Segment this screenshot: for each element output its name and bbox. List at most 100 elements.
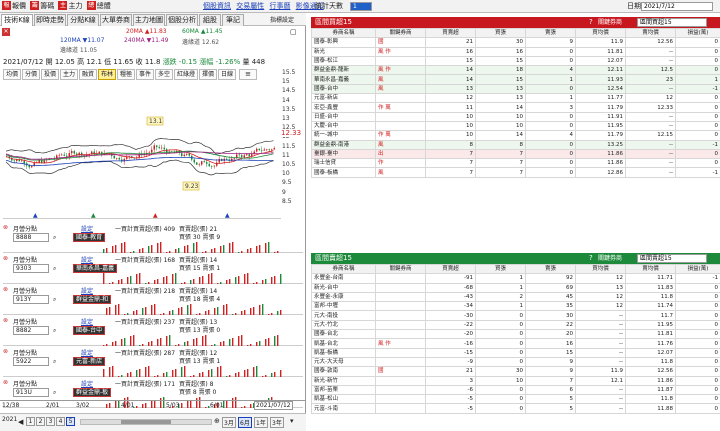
price-chart[interactable]: 13.1 9.23 (3, 81, 281, 209)
close-icon[interactable]: ⊗ (3, 255, 8, 262)
branch-code-input[interactable]: 913U (13, 388, 49, 397)
event-icon[interactable]: ▲ (91, 212, 96, 219)
column-header[interactable]: 賣張 (525, 263, 576, 275)
indicator-settings[interactable]: 指標設定 (270, 15, 294, 24)
table-row[interactable]: 元大-南投 -30 0 30 -- 11.7 0 (311, 310, 720, 321)
settings-link[interactable]: 設定 (81, 379, 93, 388)
macro-icon[interactable]: 總 (86, 1, 96, 10)
close-icon[interactable]: ⊗ (3, 286, 8, 293)
column-header[interactable]: 券商名稱 (311, 263, 376, 275)
table-row[interactable]: 統一-城中作 萬 10 14 4 11.79 12.15 0 (311, 130, 720, 141)
search-icon[interactable]: ⌕ (53, 234, 56, 242)
table-row[interactable]: 國泰-台北 -20 0 20 -- 11.81 0 (311, 329, 720, 340)
table-row[interactable]: 臺銀-臺中出 7 7 0 11.86 -- 0 (311, 148, 720, 160)
branch-code-input[interactable]: 5922 (13, 357, 49, 366)
tool-traffic-light[interactable]: 紅綠燈 (174, 69, 198, 80)
close-icon[interactable]: ⊗ (3, 379, 8, 386)
sell-select[interactable]: 區間賣超15 (637, 254, 707, 263)
range-3y[interactable]: 3年 (270, 417, 284, 428)
tool-event[interactable]: 事件 (136, 69, 154, 80)
range-5[interactable]: 5 (66, 417, 75, 426)
table-row[interactable]: 大慶-台中 10 10 0 11.95 -- 0 (311, 120, 720, 132)
tab-kline[interactable]: 技術K線 (1, 14, 33, 26)
help-icon[interactable]: ? (589, 253, 593, 264)
branch-code-input[interactable]: 9303 (13, 264, 49, 273)
menu-icon[interactable]: ≡ (239, 69, 257, 80)
link-calendar[interactable]: 行事曆 (269, 2, 290, 10)
tab-group[interactable]: 組股 (199, 14, 221, 26)
column-header[interactable]: 損益(萬) (675, 263, 720, 275)
settings-link[interactable]: 設定 (81, 317, 93, 326)
tab-branch-kline[interactable]: 分點K線 (67, 14, 99, 26)
column-header[interactable]: 損益(萬) (675, 27, 720, 39)
table-row[interactable]: 日盛-台中 10 10 0 11.91 -- 0 (311, 111, 720, 122)
event-icon[interactable]: ▲ (33, 212, 38, 219)
table-row[interactable]: 凱基-板橋 -15 0 15 -- 12.07 0 (311, 347, 720, 358)
table-row[interactable]: 元大-竹北 -22 0 22 -- 11.95 0 (311, 319, 720, 331)
table-row[interactable]: 新光-新竹 3 10 7 12.1 11.86 0 (311, 375, 720, 386)
search-icon[interactable]: ⌕ (53, 296, 56, 304)
table-row[interactable]: 新光-台中 -68 1 69 13 11.83 0 (311, 282, 720, 293)
tool-extreme[interactable]: 糧極 (117, 69, 135, 80)
lock-icon[interactable]: ▢ (290, 28, 297, 36)
table-row[interactable]: 群益金鼎-龍新風 作 14 18 4 12.11 12.5 0 (311, 65, 720, 76)
tab-quote[interactable]: 報價 (11, 0, 27, 12)
tool-longshort[interactable]: 多空 (155, 69, 173, 80)
column-header[interactable]: 買張 (475, 27, 526, 39)
settings-link[interactable]: 設定 (81, 224, 93, 233)
tab-big-broker[interactable]: 大單券商 (100, 14, 132, 26)
date-picker[interactable]: 2021/7/12 (641, 2, 713, 11)
column-header[interactable]: 賣均價 (625, 263, 676, 275)
buy-select[interactable]: 區間買超15 (637, 18, 707, 27)
link-stock-info[interactable]: 個股資訊 (203, 2, 231, 10)
table-row[interactable]: 永豐金-永康 -43 2 45 12 11.8 0 (311, 291, 720, 303)
close-icon[interactable]: ⊗ (3, 348, 8, 355)
column-header[interactable]: 關鍵券商 (375, 263, 426, 275)
search-icon[interactable]: ⌕ (53, 327, 56, 335)
range-6m[interactable]: 6月 (238, 417, 252, 428)
range-2[interactable]: 2 (36, 417, 45, 426)
column-header[interactable]: 賣均價 (625, 27, 676, 39)
column-header[interactable]: 買均價 (575, 27, 626, 39)
chips-icon[interactable]: 籌 (30, 1, 40, 10)
tab-realtime[interactable]: 即時走勢 (34, 14, 66, 26)
tool-main[interactable]: 主力 (60, 69, 78, 80)
help-icon[interactable]: ? (589, 17, 593, 28)
tool-bollinger[interactable]: 布林 (98, 69, 116, 80)
search-icon[interactable]: ⌕ (53, 358, 56, 366)
link-trade-attr[interactable]: 交易屬性 (236, 2, 264, 10)
dropdown-icon[interactable]: ▾ (290, 417, 294, 425)
column-header[interactable]: 券商名稱 (311, 27, 376, 39)
table-row[interactable]: 元富-新店 12 13 1 11.77 12 0 (311, 93, 720, 104)
settings-link[interactable]: 設定 (81, 348, 93, 357)
zoom-in-icon[interactable]: ⊕ (214, 417, 220, 425)
branch-code-input[interactable]: 8882 (13, 326, 49, 335)
tool-distribution[interactable]: 分價 (22, 69, 40, 80)
column-header[interactable]: 買張 (475, 263, 526, 275)
main-force-icon[interactable]: 主 (58, 1, 68, 10)
tab-notes[interactable]: 筆記 (222, 14, 244, 26)
quote-icon[interactable]: 報 (2, 1, 11, 10)
event-icon[interactable]: ▲ (225, 212, 230, 219)
scrollbar-thumb[interactable] (121, 420, 171, 424)
table-row[interactable]: 瑞士信貸作 7 7 0 11.86 -- 0 (311, 158, 720, 169)
scroll-left-icon[interactable]: ◀ (18, 418, 23, 426)
close-icon[interactable]: ⊗ (3, 317, 8, 324)
tool-avg[interactable]: 均價 (3, 69, 21, 80)
branch-name-badge[interactable]: 國泰-台中 (73, 326, 106, 335)
table-row[interactable]: 國泰-敦南國 21 30 9 11.9 12.56 0 (311, 366, 720, 377)
table-row[interactable]: 元富-斗南 -5 0 5 -- 11.88 0 (311, 403, 720, 414)
table-row[interactable]: 國泰-台中風 13 13 0 12.54 -- -1 (311, 83, 720, 95)
search-icon[interactable]: ⌕ (53, 389, 56, 397)
table-row[interactable]: 國泰-彰興國 21 30 9 11.9 12.56 0 (311, 37, 720, 48)
tool-investor[interactable]: 投價 (41, 69, 59, 80)
table-row[interactable]: 凱基-台北風 作 -16 0 16 -- 11.76 0 (311, 338, 720, 349)
tab-chips[interactable]: 籌碼 (39, 0, 55, 12)
branch-code-input[interactable]: 8888 (13, 233, 49, 242)
column-header[interactable]: 買賣超 (425, 27, 476, 39)
range-1y[interactable]: 1年 (254, 417, 268, 428)
range-4[interactable]: 4 (56, 417, 65, 426)
tool-daily[interactable]: 日線 (218, 69, 236, 80)
table-row[interactable]: 華南永昌-嘉義風 14 15 1 11.93 23 1 (311, 74, 720, 85)
column-header[interactable]: 買均價 (575, 263, 626, 275)
